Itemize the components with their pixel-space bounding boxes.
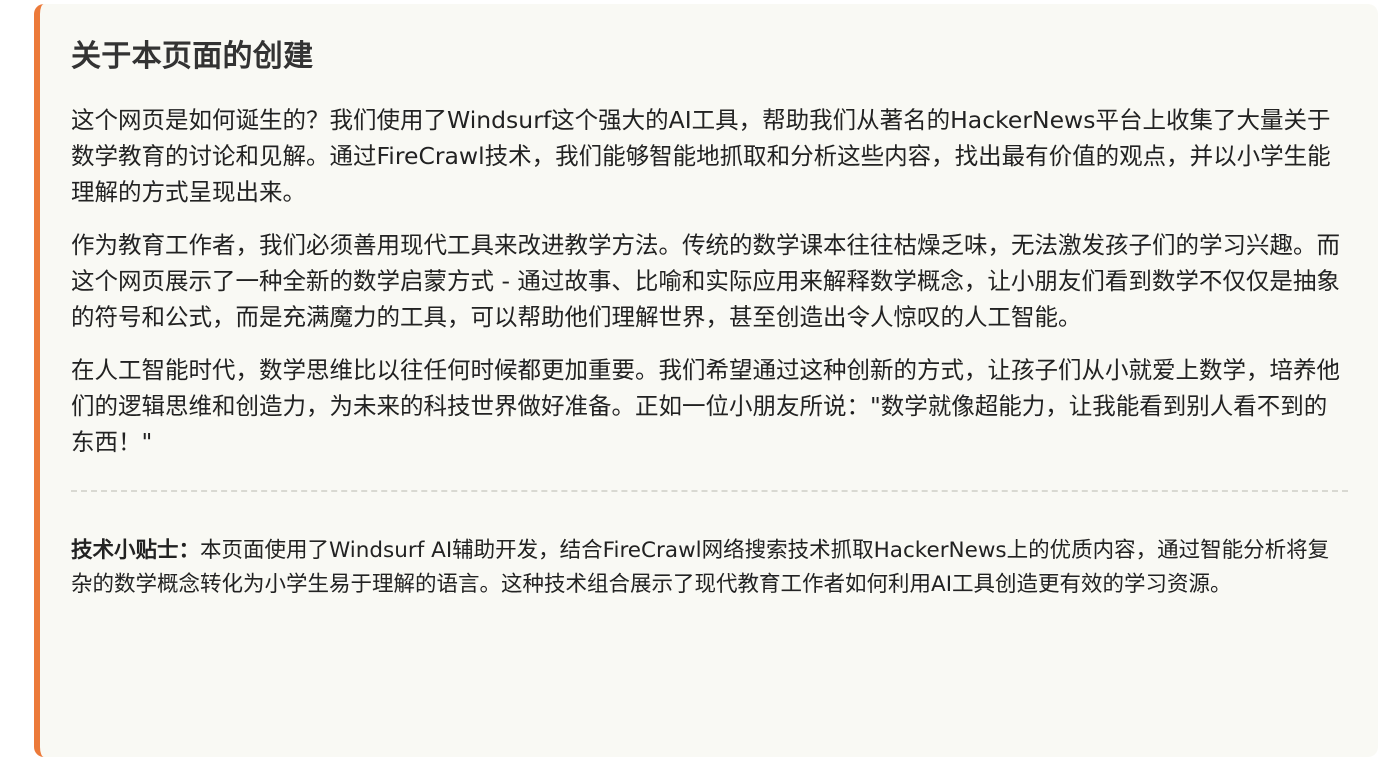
about-page-creation-card: 关于本页面的创建 这个网页是如何诞生的？我们使用了Windsurf这个强大的AI… (34, 4, 1378, 757)
section-title: 关于本页面的创建 (71, 39, 314, 74)
tech-tip-label: 技术小贴士： (71, 538, 201, 563)
tech-tip: 技术小贴士：本页面使用了Windsurf AI辅助开发，结合FireCrawl网… (71, 534, 1348, 602)
dashed-divider (71, 490, 1348, 492)
paragraph-educators: 作为教育工作者，我们必须善用现代工具来改进教学方法。传统的数学课本往往枯燥乏味，… (71, 231, 1340, 331)
paragraph-ai-era: 在人工智能时代，数学思维比以往任何时候都更加重要。我们希望通过这种创新的方式，让… (71, 356, 1340, 456)
paragraph-origin: 这个网页是如何诞生的？我们使用了Windsurf这个强大的AI工具，帮助我们从著… (71, 106, 1331, 206)
tech-tip-text: 本页面使用了Windsurf AI辅助开发，结合FireCrawl网络搜索技术抓… (71, 538, 1330, 597)
